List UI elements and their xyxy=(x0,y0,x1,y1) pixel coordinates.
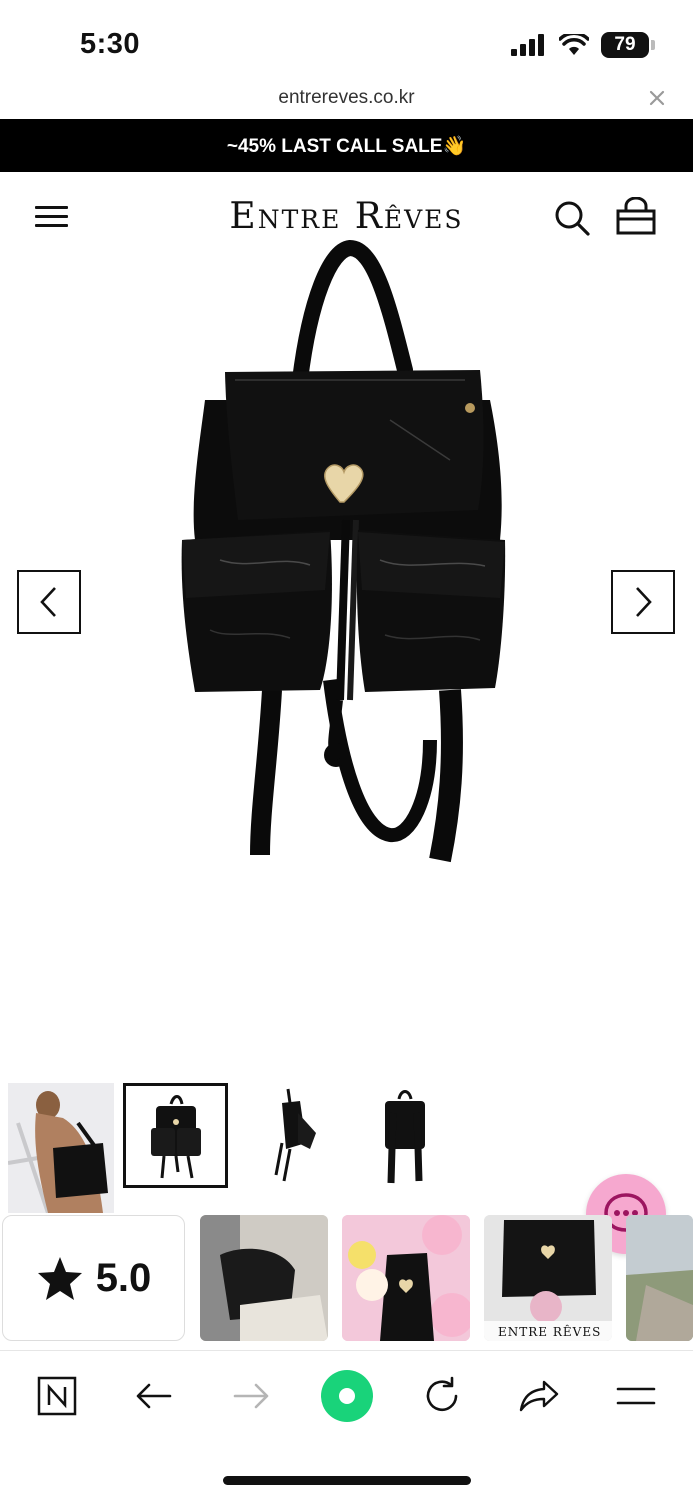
close-icon[interactable] xyxy=(649,84,665,113)
chevron-right-icon xyxy=(636,587,652,617)
battery-level: 79 xyxy=(614,34,636,55)
sale-banner-text: ~45% LAST CALL SALE👋 xyxy=(226,135,467,157)
menu-icon[interactable] xyxy=(611,1371,661,1421)
review-strip: 5.0 ENTRE RÊVES xyxy=(0,1213,693,1343)
share-icon[interactable] xyxy=(514,1371,564,1421)
cart-icon[interactable] xyxy=(615,196,657,237)
status-bar: 5:30 79 xyxy=(0,0,693,84)
thumbnail-side[interactable] xyxy=(238,1083,344,1213)
review-photo-1[interactable] xyxy=(200,1215,328,1341)
chevron-left-icon xyxy=(40,587,56,617)
rating-card[interactable]: 5.0 xyxy=(2,1215,185,1341)
next-image-button[interactable] xyxy=(611,570,675,634)
thumbnail-back[interactable] xyxy=(353,1083,459,1213)
review-photo-3[interactable]: ENTRE RÊVES xyxy=(484,1215,612,1341)
home-circle-icon[interactable] xyxy=(320,1369,374,1423)
back-icon[interactable] xyxy=(129,1371,179,1421)
battery-icon: 79 xyxy=(601,32,655,58)
url-text[interactable]: entrereves.co.kr xyxy=(0,87,693,109)
rating-value: 5.0 xyxy=(95,1255,152,1300)
thumbnail-front[interactable] xyxy=(123,1083,228,1188)
reload-icon[interactable] xyxy=(417,1371,467,1421)
naver-icon[interactable] xyxy=(32,1371,82,1421)
home-indicator xyxy=(223,1476,471,1485)
product-image[interactable] xyxy=(160,239,533,880)
browser-toolbar xyxy=(0,1350,693,1440)
thumbnail-model[interactable] xyxy=(8,1083,114,1213)
sale-banner[interactable]: ~45% LAST CALL SALE👋 xyxy=(0,119,693,172)
prev-image-button[interactable] xyxy=(17,570,81,634)
star-icon xyxy=(37,1257,82,1300)
status-icons: 79 xyxy=(511,32,655,58)
review-photo-2[interactable] xyxy=(342,1215,470,1341)
review-photo-caption: ENTRE RÊVES xyxy=(498,1325,602,1339)
forward-icon[interactable] xyxy=(226,1371,276,1421)
status-time: 5:30 xyxy=(80,28,141,60)
wifi-icon xyxy=(559,34,589,55)
search-icon[interactable] xyxy=(553,199,591,237)
url-bar[interactable]: entrereves.co.kr xyxy=(0,84,693,118)
signal-icon xyxy=(511,34,544,56)
review-photo-4[interactable] xyxy=(626,1215,693,1341)
